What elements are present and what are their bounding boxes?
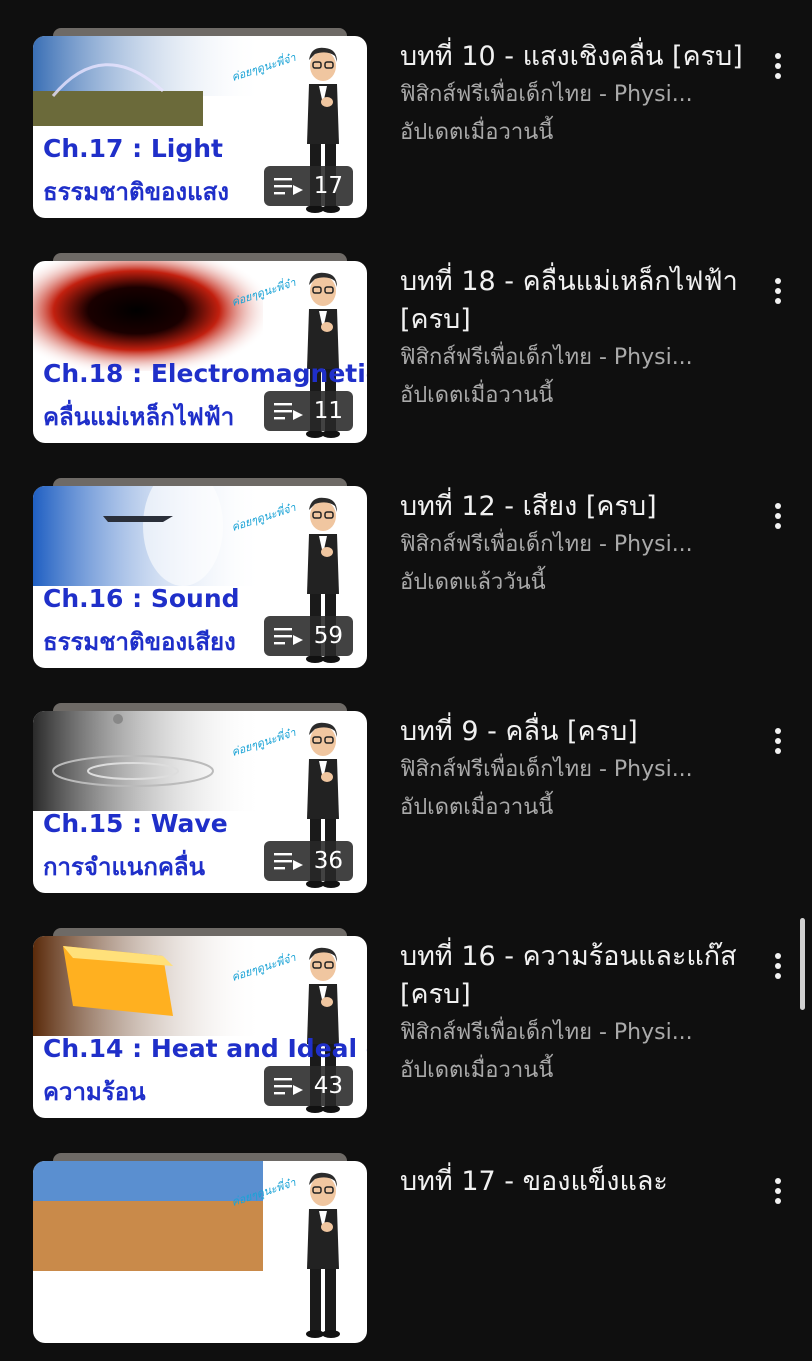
- playlist-play-icon: [273, 628, 303, 645]
- playlist-thumbnail[interactable]: ค่อยๆดูนะพี่จ๋า Ch.14 : Heat and Ideal g…: [33, 928, 367, 1126]
- playlist-meta[interactable]: บทที่ 10 - แสงเชิงคลื่น [ครบ] ฟิสิกส์ฟรี…: [400, 38, 760, 152]
- thumbnail-image: ค่อยๆดูนะพี่จ๋า Ch.14 : Heat and Ideal g…: [33, 936, 367, 1118]
- video-count: 59: [313, 623, 343, 649]
- thumbnail-image: ค่อยๆดูนะพี่จ๋า: [33, 1161, 367, 1343]
- thumbnail-title-th: ความร้อน: [43, 1078, 146, 1106]
- updated-time: อัปเดตเมื่อวานนี้: [400, 1058, 554, 1083]
- playlist-play-icon: [273, 403, 303, 420]
- playlist-thumbnail[interactable]: ค่อยๆดูนะพี่จ๋า: [33, 1153, 367, 1351]
- playlist-title[interactable]: บทที่ 17 - ของแข็งและ: [400, 1163, 760, 1201]
- updated-time: อัปเดตเมื่อวานนี้: [400, 795, 554, 820]
- video-count-badge: 43: [263, 1066, 353, 1106]
- channel-name[interactable]: ฟิสิกส์ฟรีเพื่อเด็กไทย - Physi...: [400, 76, 760, 114]
- playlist-meta[interactable]: บทที่ 12 - เสียง [ครบ] ฟิสิกส์ฟรีเพื่อเด…: [400, 488, 760, 602]
- playlist-meta[interactable]: บทที่ 16 - ความร้อนและแก๊ส [ครบ] ฟิสิกส์…: [400, 938, 760, 1090]
- thumbnail-photo: [33, 36, 263, 146]
- playlist-play-icon: [273, 1078, 303, 1095]
- playlist-play-icon: [273, 853, 303, 870]
- more-vert-icon[interactable]: [760, 494, 796, 538]
- video-count-badge: 36: [263, 841, 353, 881]
- thumbnail-title-en: Ch.15 : Wave: [43, 809, 228, 838]
- playlist-item[interactable]: ค่อยๆดูนะพี่จ๋า Ch.16 : Sound ธรรมชาติขอ…: [0, 478, 812, 686]
- more-vert-icon[interactable]: [760, 44, 796, 88]
- playlist-thumbnail[interactable]: ค่อยๆดูนะพี่จ๋า Ch.18 : Electromagnetic …: [33, 253, 367, 451]
- thumbnail-photo: [33, 486, 263, 586]
- more-vert-icon[interactable]: [760, 269, 796, 313]
- thumbnail-image: ค่อยๆดูนะพี่จ๋า Ch.16 : Sound ธรรมชาติขอ…: [33, 486, 367, 668]
- playlist-title[interactable]: บทที่ 9 - คลื่น [ครบ]: [400, 713, 760, 751]
- playlist-meta[interactable]: บทที่ 17 - ของแข็งและ: [400, 1163, 760, 1201]
- thumbnail-image: ค่อยๆดูนะพี่จ๋า Ch.15 : Wave การจำแนกคลื…: [33, 711, 367, 893]
- thumbnail-title-th: การจำแนกคลื่น: [43, 853, 206, 881]
- thumbnail-photo: [33, 1161, 263, 1271]
- thumbnail-title-en: Ch.18 : Electromagnetic Wave: [43, 359, 367, 388]
- video-count-badge: 17: [263, 166, 353, 206]
- thumbnail-title-th: คลื่นแม่เหล็กไฟฟ้า: [43, 403, 235, 431]
- thumbnail-photo: [33, 261, 263, 371]
- updated-time: อัปเดตเมื่อวานนี้: [400, 120, 554, 145]
- playlist-thumbnail[interactable]: ค่อยๆดูนะพี่จ๋า Ch.15 : Wave การจำแนกคลื…: [33, 703, 367, 901]
- thumbnail-image: ค่อยๆดูนะพี่จ๋า Ch.18 : Electromagnetic …: [33, 261, 367, 443]
- playlist-item[interactable]: ค่อยๆดูนะพี่จ๋า Ch.17 : Light ธรรมชาติขอ…: [0, 28, 812, 236]
- channel-name[interactable]: ฟิสิกส์ฟรีเพื่อเด็กไทย - Physi...: [400, 1014, 760, 1052]
- playlist-title[interactable]: บทที่ 16 - ความร้อนและแก๊ส [ครบ]: [400, 938, 760, 1014]
- thumbnail-image: ค่อยๆดูนะพี่จ๋า Ch.17 : Light ธรรมชาติขอ…: [33, 36, 367, 218]
- thumbnail-title-en: Ch.17 : Light: [43, 134, 223, 163]
- more-vert-icon[interactable]: [760, 719, 796, 763]
- video-count: 17: [313, 173, 343, 199]
- channel-name[interactable]: ฟิสิกส์ฟรีเพื่อเด็กไทย - Physi...: [400, 339, 760, 377]
- playlist-play-icon: [273, 178, 303, 195]
- video-count: 11: [313, 398, 343, 424]
- playlist-item[interactable]: ค่อยๆดูนะพี่จ๋า Ch.15 : Wave การจำแนกคลื…: [0, 703, 812, 911]
- thumbnail-title-th: ธรรมชาติของแสง: [43, 178, 229, 206]
- playlist-meta[interactable]: บทที่ 18 - คลื่นแม่เหล็กไฟฟ้า [ครบ] ฟิสิ…: [400, 263, 760, 415]
- channel-name[interactable]: ฟิสิกส์ฟรีเพื่อเด็กไทย - Physi...: [400, 751, 760, 789]
- more-vert-icon[interactable]: [760, 1169, 796, 1213]
- updated-time: อัปเดตแล้ววันนี้: [400, 570, 546, 595]
- scrollbar-thumb[interactable]: [800, 918, 805, 1010]
- video-count: 36: [313, 848, 343, 874]
- video-count-badge: 59: [263, 616, 353, 656]
- playlist-item[interactable]: ค่อยๆดูนะพี่จ๋า Ch.18 : Electromagnetic …: [0, 253, 812, 461]
- playlist-title[interactable]: บทที่ 18 - คลื่นแม่เหล็กไฟฟ้า [ครบ]: [400, 263, 760, 339]
- updated-time: อัปเดตเมื่อวานนี้: [400, 383, 554, 408]
- playlist-title[interactable]: บทที่ 10 - แสงเชิงคลื่น [ครบ]: [400, 38, 760, 76]
- playlist-meta[interactable]: บทที่ 9 - คลื่น [ครบ] ฟิสิกส์ฟรีเพื่อเด็…: [400, 713, 760, 827]
- video-count-badge: 11: [263, 391, 353, 431]
- playlist-thumbnail[interactable]: ค่อยๆดูนะพี่จ๋า Ch.16 : Sound ธรรมชาติขอ…: [33, 478, 367, 676]
- video-count: 43: [313, 1073, 343, 1099]
- cartoon-teacher-figure: [306, 1172, 340, 1338]
- thumbnail-title-en: Ch.14 : Heat and Ideal gas: [43, 1034, 367, 1063]
- thumbnail-title-en: Ch.16 : Sound: [43, 584, 240, 613]
- thumbnail-photo: [33, 936, 263, 1036]
- playlist-item[interactable]: ค่อยๆดูนะพี่จ๋า Ch.14 : Heat and Ideal g…: [0, 928, 812, 1136]
- playlist-item[interactable]: ค่อยๆดูนะพี่จ๋า บทที่ 17 - ของแข็งและ: [0, 1153, 812, 1361]
- more-vert-icon[interactable]: [760, 944, 796, 988]
- thumbnail-photo: [33, 711, 263, 811]
- channel-name[interactable]: ฟิสิกส์ฟรีเพื่อเด็กไทย - Physi...: [400, 526, 760, 564]
- thumbnail-title-th: ธรรมชาติของเสียง: [43, 628, 236, 656]
- playlist-thumbnail[interactable]: ค่อยๆดูนะพี่จ๋า Ch.17 : Light ธรรมชาติขอ…: [33, 28, 367, 226]
- playlist-title[interactable]: บทที่ 12 - เสียง [ครบ]: [400, 488, 760, 526]
